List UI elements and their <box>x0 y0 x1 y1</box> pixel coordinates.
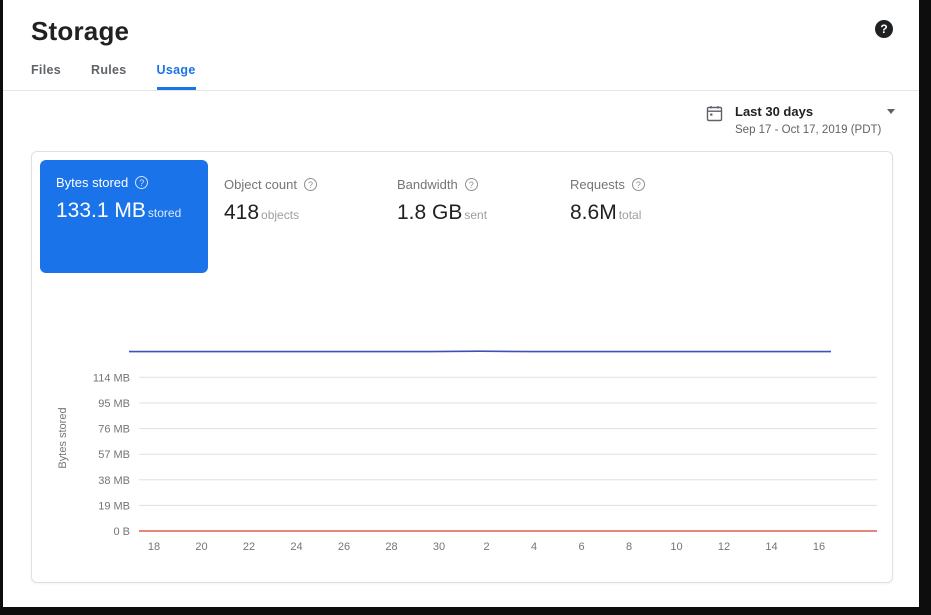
svg-text:12: 12 <box>718 541 730 553</box>
svg-text:8: 8 <box>626 541 632 553</box>
metric-label-text: Bytes stored <box>56 175 128 190</box>
metric-label-text: Bandwidth <box>397 177 458 192</box>
metric-help-icon[interactable]: ? <box>632 178 645 191</box>
metric-label: Bandwidth ? <box>397 177 538 192</box>
svg-text:30: 30 <box>433 541 445 553</box>
toolbar: Last 30 days Sep 17 - Oct 17, 2019 (PDT) <box>3 91 919 151</box>
svg-text:20: 20 <box>195 541 207 553</box>
svg-text:19 MB: 19 MB <box>98 500 130 512</box>
chart-area[interactable]: 114 MB95 MB76 MB57 MB38 MB19 MB0 B182022… <box>32 337 892 568</box>
svg-text:26: 26 <box>338 541 350 553</box>
metric-suffix: sent <box>464 208 487 222</box>
metric-suffix: objects <box>261 208 299 222</box>
metric-help-icon[interactable]: ? <box>135 176 148 189</box>
svg-text:76 MB: 76 MB <box>98 424 130 436</box>
svg-text:Bytes stored: Bytes stored <box>57 407 69 468</box>
svg-text:10: 10 <box>670 541 682 553</box>
metric-help-icon[interactable]: ? <box>304 178 317 191</box>
page-header: Storage ? <box>3 0 919 47</box>
usage-chart[interactable]: 114 MB95 MB76 MB57 MB38 MB19 MB0 B182022… <box>32 337 890 563</box>
metric-value-text: 1.8 GB <box>397 201 462 224</box>
svg-text:18: 18 <box>148 541 160 553</box>
svg-text:16: 16 <box>813 541 825 553</box>
tab-rules[interactable]: Rules <box>91 63 127 90</box>
svg-text:14: 14 <box>765 541 777 553</box>
calendar-icon <box>706 105 723 127</box>
chevron-down-icon <box>887 109 895 114</box>
svg-text:6: 6 <box>578 541 584 553</box>
metric-label: Requests ? <box>570 177 711 192</box>
tab-files[interactable]: Files <box>31 63 61 90</box>
metric-label-text: Requests <box>570 177 625 192</box>
svg-text:95 MB: 95 MB <box>98 398 130 410</box>
metric-bytes-stored[interactable]: Bytes stored ? 133.1 MBstored <box>40 160 208 273</box>
date-range-detail: Sep 17 - Oct 17, 2019 (PDT) <box>735 124 895 136</box>
metric-object-count[interactable]: Object count ? 418objects <box>208 160 381 273</box>
svg-text:4: 4 <box>531 541 537 553</box>
svg-text:2: 2 <box>483 541 489 553</box>
metric-value: 418objects <box>224 201 365 225</box>
metric-value-text: 133.1 MB <box>56 199 146 222</box>
metric-label: Object count ? <box>224 177 365 192</box>
metric-suffix: stored <box>148 206 181 220</box>
metrics-row: Bytes stored ? 133.1 MBstored Object cou… <box>32 152 892 281</box>
metric-suffix: total <box>619 208 642 222</box>
tab-usage[interactable]: Usage <box>157 63 196 90</box>
metric-value: 133.1 MBstored <box>56 199 192 223</box>
help-icon[interactable]: ? <box>875 20 893 38</box>
svg-text:114 MB: 114 MB <box>93 372 130 384</box>
page-title: Storage <box>31 16 129 47</box>
date-range-label: Last 30 days <box>735 104 813 119</box>
metric-value-text: 8.6M <box>570 201 617 224</box>
metric-label: Bytes stored ? <box>56 175 192 190</box>
svg-text:57 MB: 57 MB <box>98 449 130 461</box>
storage-page: Storage ? Files Rules Usage Last 30 days <box>3 0 919 607</box>
svg-text:0 B: 0 B <box>113 526 130 538</box>
svg-text:28: 28 <box>385 541 397 553</box>
usage-card: Bytes stored ? 133.1 MBstored Object cou… <box>31 151 893 583</box>
metric-value: 8.6Mtotal <box>570 201 711 225</box>
svg-text:24: 24 <box>290 541 302 553</box>
svg-text:22: 22 <box>243 541 255 553</box>
date-range-text: Last 30 days Sep 17 - Oct 17, 2019 (PDT) <box>735 104 895 136</box>
metric-label-text: Object count <box>224 177 297 192</box>
svg-text:38 MB: 38 MB <box>98 475 130 487</box>
date-range-selector[interactable]: Last 30 days Sep 17 - Oct 17, 2019 (PDT) <box>706 104 895 136</box>
tab-bar: Files Rules Usage <box>3 47 919 91</box>
metric-value: 1.8 GBsent <box>397 201 538 225</box>
metric-requests[interactable]: Requests ? 8.6Mtotal <box>554 160 727 273</box>
metric-value-text: 418 <box>224 201 259 224</box>
metric-bandwidth[interactable]: Bandwidth ? 1.8 GBsent <box>381 160 554 273</box>
metric-help-icon[interactable]: ? <box>465 178 478 191</box>
